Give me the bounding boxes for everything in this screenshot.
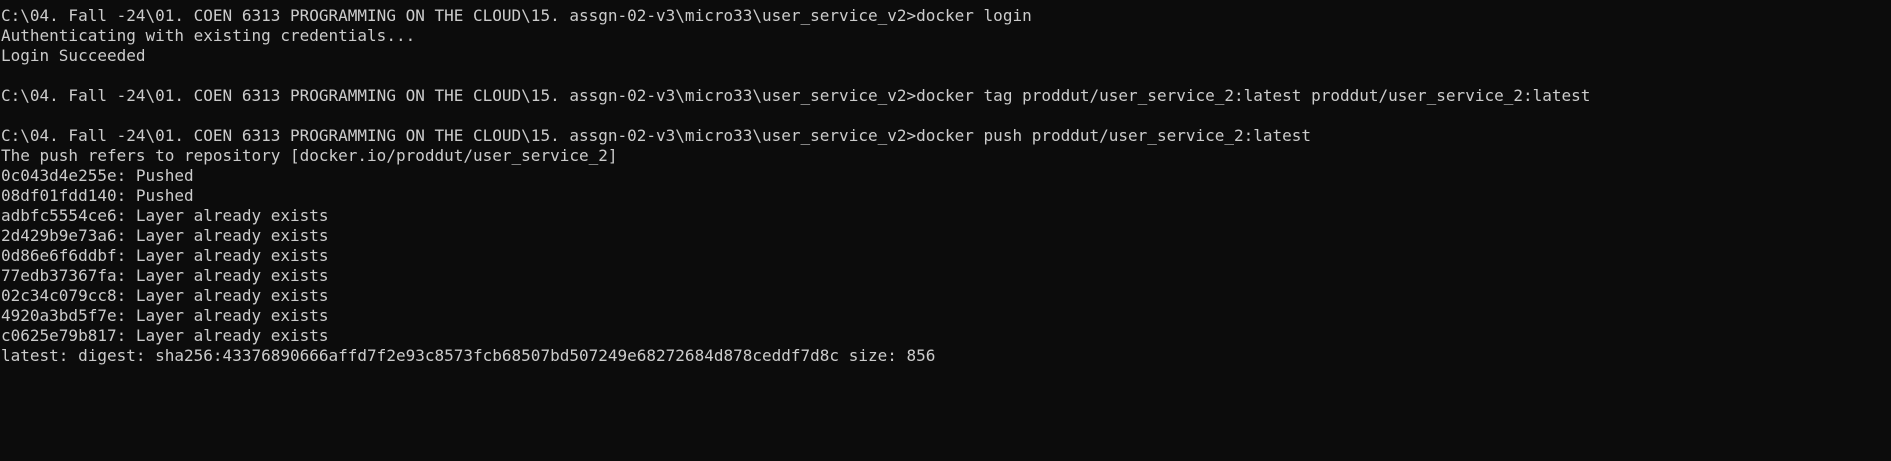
terminal-line-prompt-login: C:\04. Fall -24\01. COEN 6313 PROGRAMMIN… <box>1 6 1032 25</box>
terminal-line-layer: adbfc5554ce6: Layer already exists <box>1 206 329 225</box>
terminal-line-prompt-tag: C:\04. Fall -24\01. COEN 6313 PROGRAMMIN… <box>1 86 1591 105</box>
terminal-line-layer: 2d429b9e73a6: Layer already exists <box>1 226 329 245</box>
terminal-line-push-repository: The push refers to repository [docker.io… <box>1 146 618 165</box>
terminal-line-layer: 4920a3bd5f7e: Layer already exists <box>1 306 329 325</box>
terminal-line-layer: 02c34c079cc8: Layer already exists <box>1 286 329 305</box>
terminal-output[interactable]: C:\04. Fall -24\01. COEN 6313 PROGRAMMIN… <box>0 0 1891 461</box>
terminal-line-layer: 0d86e6f6ddbf: Layer already exists <box>1 246 329 265</box>
terminal-line-authenticating: Authenticating with existing credentials… <box>1 26 416 45</box>
terminal-line-layer: c0625e79b817: Layer already exists <box>1 326 329 345</box>
terminal-line-layer: 77edb37367fa: Layer already exists <box>1 266 329 285</box>
terminal-line-digest: latest: digest: sha256:43376890666affd7f… <box>1 346 936 365</box>
terminal-line-prompt-push: C:\04. Fall -24\01. COEN 6313 PROGRAMMIN… <box>1 126 1312 145</box>
terminal-line-layer: 0c043d4e255e: Pushed <box>1 166 194 185</box>
terminal-line-layer: 08df01fdd140: Pushed <box>1 186 194 205</box>
terminal-line-login-succeeded: Login Succeeded <box>1 46 146 65</box>
